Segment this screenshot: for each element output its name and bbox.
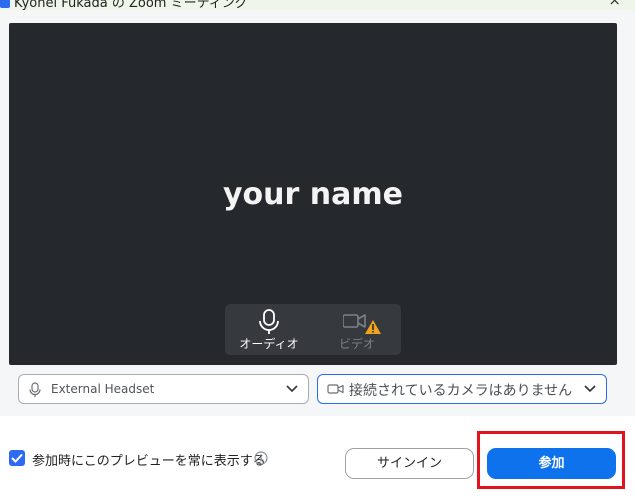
audio-button[interactable]: オーディオ [225,304,313,355]
close-icon[interactable]: × [608,0,621,9]
user-name: your name [223,177,403,212]
video-button[interactable]: ビデオ [313,304,401,355]
video-preview: your name オーディオ ビデオ [9,23,617,365]
signin-button[interactable]: サインイン [345,448,474,479]
microphone-icon [259,309,279,334]
av-toolbar: オーディオ ビデオ [225,304,401,355]
video-label: ビデオ [338,337,375,351]
zoom-app-icon [0,0,10,8]
microphone-icon [29,382,41,397]
preview-panel: your name オーディオ ビデオ External Headset 接続さ… [0,10,635,416]
camera-icon [343,314,381,334]
audio-device-value: External Headset [51,382,155,396]
always-show-preview-checkbox[interactable] [9,450,25,466]
video-device-select[interactable]: 接続されているカメラはありません [317,374,607,404]
always-show-preview-option: 参加時にこのプレビューを常に表示する [9,450,279,469]
window-title: Kyohei Fukada の Zoom ミーティング [14,0,248,10]
chevron-down-icon [286,385,298,393]
join-button[interactable]: 参加 [487,448,616,479]
info-icon[interactable] [254,451,268,465]
camera-icon [327,384,344,394]
chevron-down-icon [584,385,596,393]
warning-icon [365,320,381,334]
always-show-preview-label: 参加時にこのプレビューを常に表示する [32,454,266,469]
audio-label: オーディオ [239,337,299,351]
audio-device-select[interactable]: External Headset [18,374,309,404]
video-device-value: 接続されているカメラはありません [349,383,573,399]
window-titlebar: Kyohei Fukada の Zoom ミーティング × [0,0,635,10]
check-icon [11,453,23,463]
